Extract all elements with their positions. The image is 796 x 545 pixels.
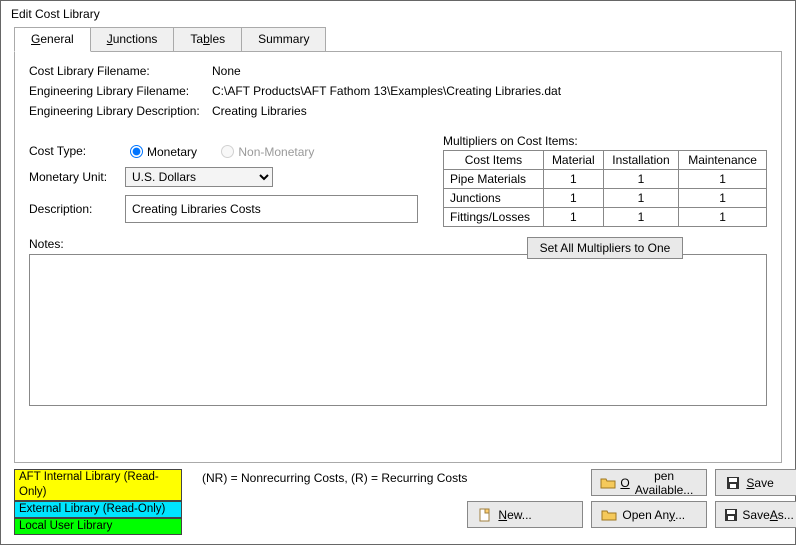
mult-val[interactable]: 1 <box>603 189 679 208</box>
open-any-button[interactable]: Open Any... <box>591 501 707 528</box>
set-all-multipliers-button[interactable]: Set All Multipliers to One <box>527 237 684 259</box>
tab-strip: General Junctions Tables Summary <box>14 27 782 51</box>
tab-body-general: Cost Library Filename: None Engineering … <box>14 51 782 463</box>
window-title: Edit Cost Library <box>1 1 795 27</box>
cost-type-monetary-radio[interactable]: Monetary <box>125 145 197 159</box>
document-new-icon <box>476 507 494 523</box>
cost-library-filename-label: Cost Library Filename: <box>29 64 212 78</box>
multipliers-title: Multipliers on Cost Items: <box>443 134 767 148</box>
save-button[interactable]: Save <box>715 469 796 496</box>
mult-val[interactable]: 1 <box>543 170 603 189</box>
legend-external: External Library (Read-Only) <box>14 501 182 518</box>
engineering-library-filename-label: Engineering Library Filename: <box>29 84 212 98</box>
cost-type-nonmonetary-radio: Non-Monetary <box>216 145 314 159</box>
mult-val[interactable]: 1 <box>603 208 679 227</box>
tab-summary[interactable]: Summary <box>241 27 326 51</box>
legend-local-user: Local User Library <box>14 518 182 535</box>
table-row: Junctions 1 1 1 <box>444 189 767 208</box>
legend-aft-internal: AFT Internal Library (Read-Only) <box>14 469 182 501</box>
mult-val[interactable]: 1 <box>543 189 603 208</box>
mult-item: Fittings/Losses <box>444 208 544 227</box>
monetary-unit-select[interactable]: U.S. Dollars <box>125 167 273 187</box>
save-as-button[interactable]: Save As... <box>715 501 796 528</box>
mult-val[interactable]: 1 <box>679 208 767 227</box>
description-label: Description: <box>29 202 125 216</box>
mult-val[interactable]: 1 <box>603 170 679 189</box>
cost-library-filename-value: None <box>212 64 241 78</box>
mult-val[interactable]: 1 <box>679 189 767 208</box>
table-row: Pipe Materials 1 1 1 <box>444 170 767 189</box>
description-input[interactable] <box>125 195 418 223</box>
mult-header-item: Cost Items <box>444 151 544 170</box>
mult-header-installation: Installation <box>603 151 679 170</box>
cost-note: (NR) = Nonrecurring Costs, (R) = Recurri… <box>202 471 467 485</box>
open-available-button[interactable]: Open Available... <box>591 469 707 496</box>
save-icon <box>724 508 738 522</box>
mult-header-material: Material <box>543 151 603 170</box>
mult-item: Pipe Materials <box>444 170 544 189</box>
mult-header-maintenance: Maintenance <box>679 151 767 170</box>
folder-open-icon <box>600 475 616 491</box>
mult-val[interactable]: 1 <box>679 170 767 189</box>
engineering-library-filename-value: C:\AFT Products\AFT Fathom 13\Examples\C… <box>212 84 561 98</box>
engineering-library-description-label: Engineering Library Description: <box>29 104 212 118</box>
folder-open-icon <box>600 507 618 523</box>
notes-textarea[interactable] <box>29 254 767 406</box>
tab-junctions[interactable]: Junctions <box>90 27 175 51</box>
tab-tables[interactable]: Tables <box>173 27 242 51</box>
multipliers-table: Cost Items Material Installation Mainten… <box>443 150 767 227</box>
mult-val[interactable]: 1 <box>543 208 603 227</box>
engineering-library-description-value: Creating Libraries <box>212 104 307 118</box>
save-icon <box>724 476 742 490</box>
table-row: Fittings/Losses 1 1 1 <box>444 208 767 227</box>
monetary-unit-label: Monetary Unit: <box>29 170 125 184</box>
new-button[interactable]: New... <box>467 501 583 528</box>
cost-type-label: Cost Type: <box>29 144 125 158</box>
tab-general[interactable]: General <box>14 27 91 52</box>
legend: AFT Internal Library (Read-Only) Externa… <box>14 469 182 535</box>
mult-item: Junctions <box>444 189 544 208</box>
